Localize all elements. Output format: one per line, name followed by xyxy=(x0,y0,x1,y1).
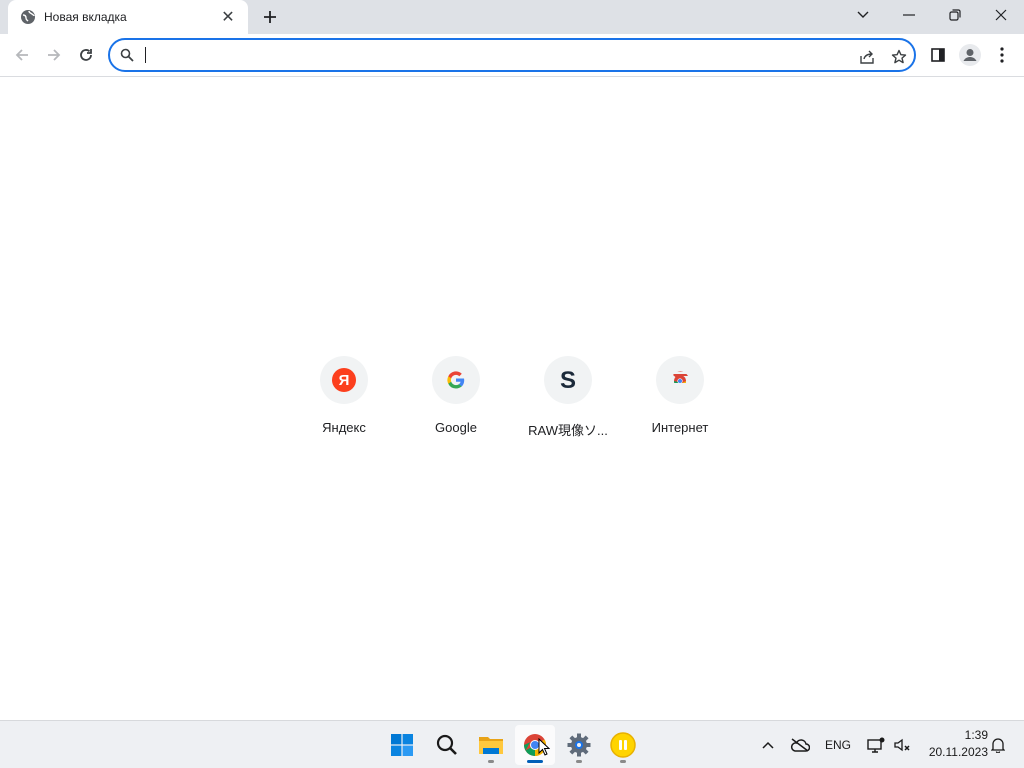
running-indicator xyxy=(488,760,494,763)
tab-search-button[interactable] xyxy=(840,0,886,30)
browser-toolbar xyxy=(0,34,1024,77)
volume-muted-icon xyxy=(894,738,910,752)
network-button[interactable] xyxy=(864,721,888,768)
restore-button[interactable] xyxy=(932,0,978,30)
minimize-button[interactable] xyxy=(886,0,932,30)
shortcut-label: Яндекс xyxy=(322,420,366,435)
share-icon xyxy=(860,50,874,64)
forward-button[interactable] xyxy=(39,40,69,70)
shortcut-google[interactable]: Google xyxy=(400,348,512,448)
tab-new-tab[interactable]: Новая вкладка ✕ xyxy=(8,0,248,34)
tab-close-button[interactable]: ✕ xyxy=(218,7,238,27)
mouse-cursor-icon xyxy=(538,738,550,756)
shortcut-label: Интернет xyxy=(651,420,709,435)
reload-button[interactable] xyxy=(71,40,101,70)
media-player-icon xyxy=(610,732,636,758)
start-button[interactable] xyxy=(382,725,422,765)
file-explorer-button[interactable] xyxy=(471,725,511,765)
back-button[interactable] xyxy=(7,40,37,70)
reload-icon xyxy=(80,49,92,61)
windows-taskbar: ENG 1:39 20.11.2023 xyxy=(0,720,1024,768)
notification-bell-icon xyxy=(991,738,1005,753)
bookmark-star-button[interactable] xyxy=(888,46,910,68)
active-indicator xyxy=(527,760,543,763)
shortcut-yandex[interactable]: Я Яндекс xyxy=(288,348,400,448)
shortcut-internet[interactable]: Интернет xyxy=(624,348,736,448)
close-icon xyxy=(995,9,1007,21)
running-indicator xyxy=(620,760,626,763)
cloud-offline-icon xyxy=(791,738,810,752)
tab-title: Новая вкладка xyxy=(44,10,127,24)
system-clock[interactable]: 1:39 20.11.2023 xyxy=(918,727,988,761)
shortcut-raw-software[interactable]: S RAW現像ソ... xyxy=(512,348,624,448)
taskbar-search-button[interactable] xyxy=(427,725,467,765)
profile-icon xyxy=(959,44,981,66)
chevron-up-icon xyxy=(762,741,774,749)
side-panel-icon xyxy=(931,48,945,62)
menu-button[interactable] xyxy=(987,40,1017,70)
new-tab-button[interactable] xyxy=(259,6,281,28)
clock-date: 20.11.2023 xyxy=(928,745,988,759)
forward-icon xyxy=(48,49,61,61)
most-visited-shortcuts: Я Яндекс Google S RAW現像ソ... Интернет xyxy=(288,348,736,448)
notifications-button[interactable] xyxy=(986,721,1010,768)
windows-start-icon xyxy=(391,734,413,756)
media-player-taskbar-button[interactable] xyxy=(603,725,643,765)
clock-time: 1:39 xyxy=(964,728,988,742)
file-explorer-icon xyxy=(479,737,503,754)
volume-button[interactable] xyxy=(890,721,914,768)
network-icon xyxy=(867,737,885,753)
minimize-icon xyxy=(903,14,915,16)
omnibox-input[interactable] xyxy=(146,47,914,63)
shortcut-label: Google xyxy=(435,420,477,435)
input-language-button[interactable]: ENG xyxy=(820,721,856,768)
show-hidden-icons-button[interactable] xyxy=(756,721,780,768)
omnibox[interactable] xyxy=(108,38,916,72)
silkypix-icon: S xyxy=(544,356,592,404)
side-panel-button[interactable] xyxy=(923,40,953,70)
yandex-glyph: Я xyxy=(339,372,350,389)
star-icon xyxy=(891,49,907,64)
shortcut-label: RAW現像ソ... xyxy=(528,423,608,438)
settings-icon xyxy=(567,733,591,757)
profile-button[interactable] xyxy=(955,40,985,70)
share-button[interactable] xyxy=(856,46,878,68)
yandex-icon: Я xyxy=(320,356,368,404)
chevron-down-icon xyxy=(857,11,869,18)
silkypix-glyph: S xyxy=(560,368,576,392)
plus-icon xyxy=(264,11,276,23)
restore-icon xyxy=(949,9,961,21)
search-icon xyxy=(120,47,136,63)
tab-strip: Новая вкладка ✕ xyxy=(0,0,1024,34)
search-icon xyxy=(436,734,457,755)
chrome-icon xyxy=(656,356,704,404)
running-indicator xyxy=(576,760,582,763)
globe-icon xyxy=(20,9,36,25)
onedrive-button[interactable] xyxy=(786,721,814,768)
close-window-button[interactable] xyxy=(978,0,1024,30)
back-icon xyxy=(15,49,28,61)
google-icon xyxy=(432,356,480,404)
settings-taskbar-button[interactable] xyxy=(559,725,599,765)
kebab-menu-icon xyxy=(1000,47,1004,63)
